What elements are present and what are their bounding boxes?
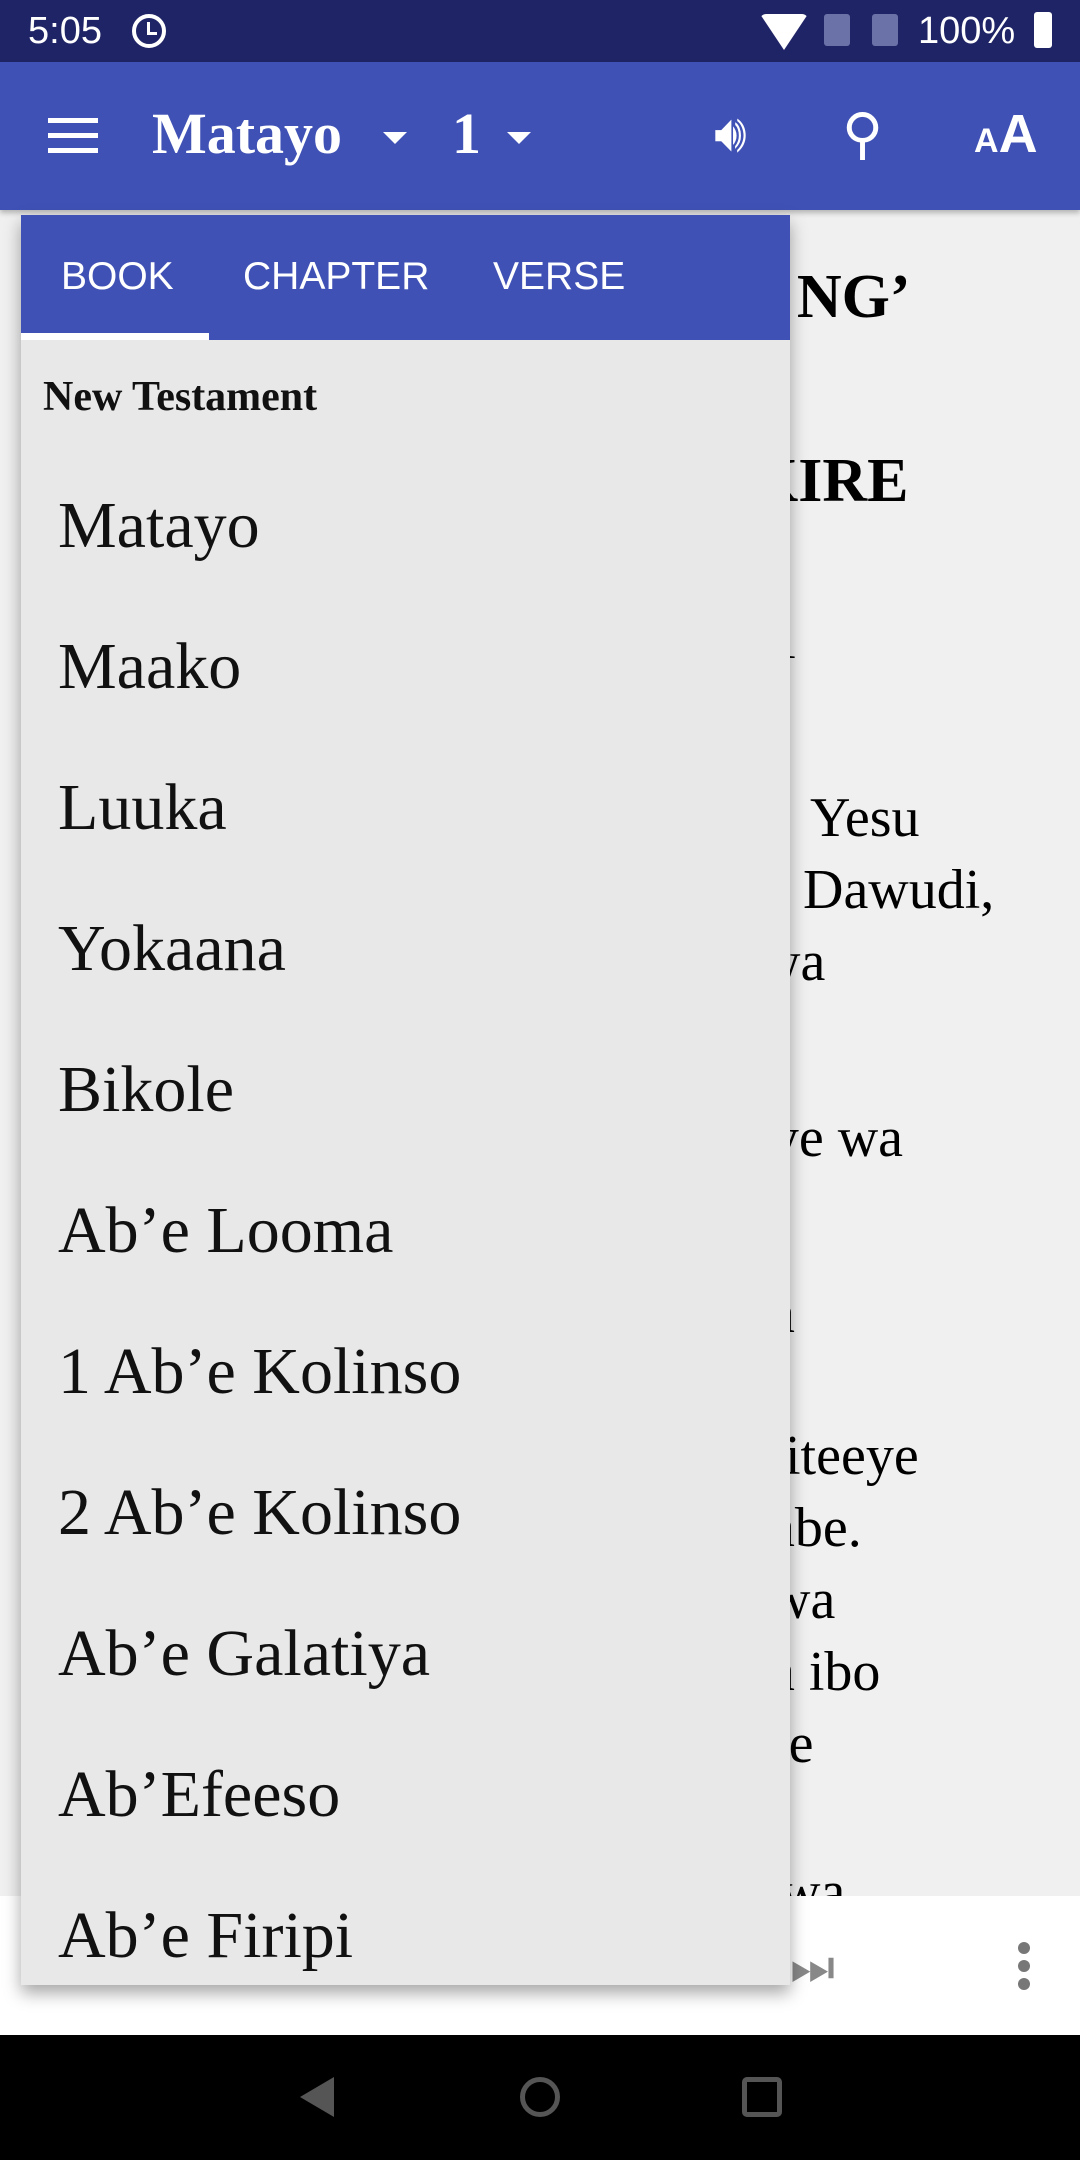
battery-percent: 100% bbox=[918, 10, 1016, 52]
verse-text: Yesu bbox=[810, 787, 920, 849]
skip-next-icon[interactable]: ⏭︎ bbox=[790, 1938, 835, 1997]
tab-chapter[interactable]: CHAPTER bbox=[243, 255, 429, 299]
more-options-icon[interactable] bbox=[1018, 1942, 1032, 1996]
battery-charging-icon bbox=[1034, 12, 1052, 48]
book-item[interactable]: 1 Ab’e Kolinso bbox=[21, 1301, 790, 1442]
wifi-icon bbox=[760, 14, 808, 50]
book-item[interactable]: Maako bbox=[21, 596, 790, 737]
status-time: 5:05 bbox=[28, 10, 102, 52]
tab-book[interactable]: BOOK bbox=[61, 255, 174, 299]
book-dropdown-icon[interactable] bbox=[383, 132, 407, 144]
book-item[interactable]: Ab’e Firipi bbox=[21, 1865, 790, 1985]
home-icon[interactable] bbox=[520, 2077, 560, 2117]
verse-text: Dawudi, bbox=[803, 859, 995, 921]
book-item[interactable]: 2 Ab’e Kolinso bbox=[21, 1442, 790, 1583]
book-chapter-verse-selector: BOOK CHAPTER VERSE New Testament Matayo … bbox=[21, 215, 790, 1985]
book-item[interactable]: Bikole bbox=[21, 1019, 790, 1160]
book-item[interactable]: Ab’Efeeso bbox=[21, 1724, 790, 1865]
book-item[interactable]: Luuka bbox=[21, 737, 790, 878]
selector-tabs: BOOK CHAPTER VERSE bbox=[21, 215, 790, 340]
book-list: Matayo Maako Luuka Yokaana Bikole Ab’e L… bbox=[21, 455, 790, 1985]
chapter-selector[interactable]: 1 bbox=[452, 100, 481, 167]
verse-text: iteeye bbox=[785, 1425, 919, 1487]
chapter-dropdown-icon[interactable] bbox=[507, 132, 531, 144]
status-bar: 5:05 100% bbox=[0, 0, 1080, 62]
no-sim-icon bbox=[872, 14, 898, 46]
active-tab-indicator bbox=[21, 333, 209, 340]
book-item[interactable]: Ab’e Galatiya bbox=[21, 1583, 790, 1724]
tab-verse[interactable]: VERSE bbox=[493, 255, 625, 299]
book-item[interactable]: Matayo bbox=[21, 455, 790, 596]
app-toolbar: Matayo 1 🔊︎ ⚲ AA bbox=[0, 62, 1080, 210]
book-selector[interactable]: Matayo bbox=[152, 100, 342, 167]
no-sim-icon bbox=[824, 14, 850, 46]
back-icon[interactable] bbox=[300, 2077, 334, 2117]
alarm-icon bbox=[132, 14, 166, 48]
recents-icon[interactable] bbox=[742, 2077, 782, 2117]
system-nav-bar bbox=[0, 2035, 1080, 2160]
text-size-icon[interactable]: AA bbox=[974, 102, 1038, 173]
book-item[interactable]: Yokaana bbox=[21, 878, 790, 1019]
section-header: New Testament bbox=[43, 374, 318, 420]
search-icon[interactable]: ⚲ bbox=[842, 102, 883, 166]
menu-icon[interactable] bbox=[48, 118, 98, 154]
book-item[interactable]: Ab’e Looma bbox=[21, 1160, 790, 1301]
speaker-icon[interactable]: 🔊︎ bbox=[714, 102, 747, 166]
